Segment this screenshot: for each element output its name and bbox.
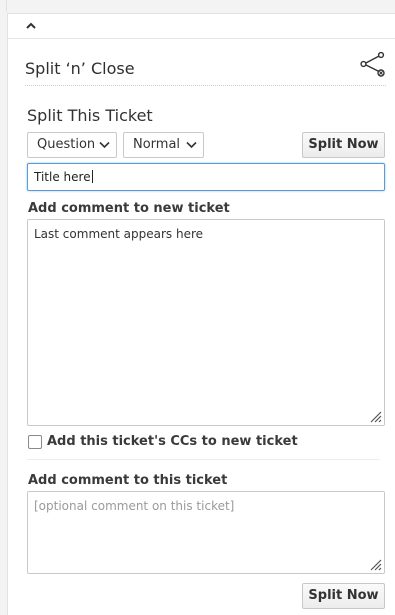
- split-now-bottom-button[interactable]: Split Now: [302, 583, 385, 609]
- ticket-type-select[interactable]: Question: [27, 132, 117, 158]
- resize-grip-icon[interactable]: [368, 409, 382, 423]
- collapse-bar: [8, 14, 395, 39]
- title-input-value: Title here: [34, 170, 91, 184]
- ticket-type-value: Question: [37, 137, 96, 152]
- app-title: Split ‘n’ Close: [25, 59, 135, 78]
- text-caret: [91, 170, 93, 183]
- priority-value: Normal: [133, 137, 181, 152]
- split-n-close-panel: Split ‘n’ Close Split This Ticket Questi…: [7, 13, 395, 615]
- new-ticket-comment-textarea[interactable]: Last comment appears here: [27, 219, 385, 426]
- chevron-down-icon: [99, 141, 110, 149]
- priority-select[interactable]: Normal: [123, 132, 204, 158]
- this-ticket-comment-label: Add comment to this ticket: [28, 473, 228, 488]
- chevron-up-icon[interactable]: [25, 20, 37, 32]
- top-strip: [0, 0, 395, 12]
- section-title: Split This Ticket: [27, 106, 153, 125]
- split-now-button[interactable]: Split Now: [302, 132, 385, 158]
- chevron-down-icon: [186, 141, 197, 149]
- this-ticket-comment-placeholder: [optional comment on this ticket]: [34, 499, 235, 513]
- section-divider: [27, 459, 380, 460]
- resize-grip-icon[interactable]: [368, 557, 382, 571]
- copy-ccs-label[interactable]: Add this ticket's CCs to new ticket: [47, 434, 298, 449]
- share-icon[interactable]: [359, 52, 387, 78]
- title-divider: [25, 85, 386, 86]
- copy-ccs-checkbox[interactable]: [28, 435, 42, 449]
- new-ticket-comment-label: Add comment to new ticket: [28, 201, 230, 216]
- new-ticket-title-input[interactable]: Title here: [27, 163, 385, 191]
- this-ticket-comment-textarea[interactable]: [optional comment on this ticket]: [27, 491, 385, 574]
- new-ticket-comment-value: Last comment appears here: [34, 227, 204, 241]
